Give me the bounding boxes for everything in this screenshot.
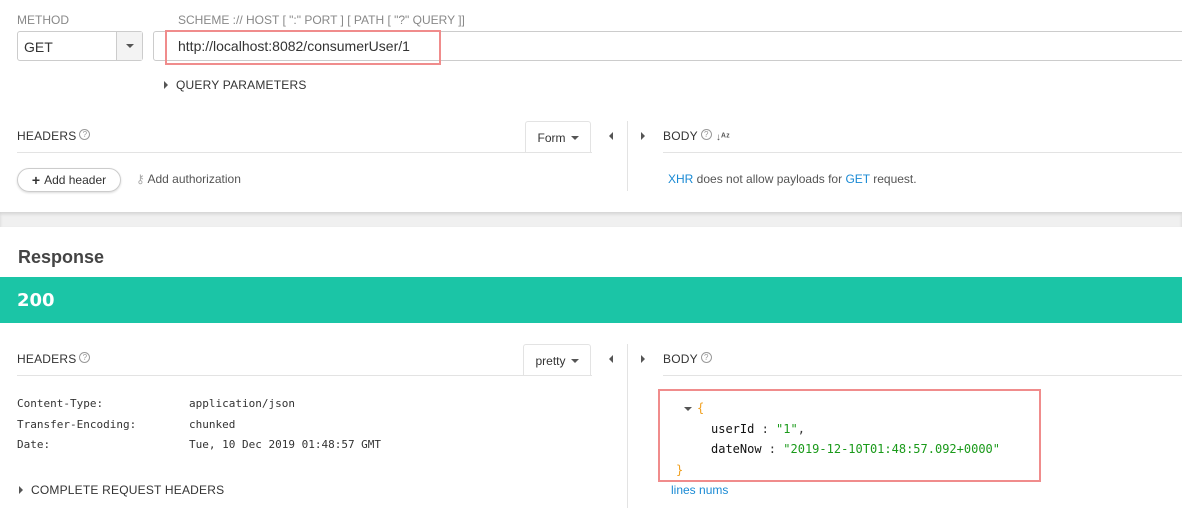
response-headers-mode-dropdown[interactable]: pretty — [523, 344, 591, 376]
header-name: Date: — [17, 438, 51, 451]
get-link[interactable]: GET — [845, 172, 869, 186]
json-key: dateNow — [711, 442, 762, 456]
header-row: Transfer-Encoding: chunked — [17, 415, 381, 436]
header-name: Content-Type: — [17, 397, 104, 410]
json-value: "2019-12-10T01:48:57.092+0000" — [783, 442, 1001, 456]
chevron-down-icon — [570, 358, 579, 363]
json-value: "1" — [776, 421, 798, 436]
response-title: Response — [18, 247, 105, 267]
add-authorization-label: Add authorization — [147, 172, 241, 186]
headers-mode-value: pretty — [535, 353, 566, 368]
section-divider — [0, 212, 1182, 227]
caret-right-icon — [19, 486, 23, 494]
header-value: application/json — [189, 397, 295, 410]
query-parameters-toggle[interactable]: QUERY PARAMETERS — [164, 78, 307, 92]
query-parameters-label: QUERY PARAMETERS — [176, 78, 307, 92]
help-icon[interactable]: ? — [79, 352, 91, 363]
body-msg-text: does not allow payloads for — [693, 172, 846, 186]
add-authorization-link[interactable]: ⚷ Add authorization — [136, 172, 241, 186]
chevron-down-icon[interactable] — [116, 32, 142, 60]
expand-right-icon[interactable] — [641, 132, 645, 140]
help-icon[interactable]: ? — [79, 129, 91, 140]
header-value: Tue, 10 Dec 2019 01:48:57 GMT — [189, 438, 382, 451]
caret-right-icon — [164, 81, 168, 89]
status-code: 200 — [17, 290, 55, 311]
body-text: BODY — [663, 352, 698, 366]
lines-nums-link[interactable]: lines nums — [671, 483, 728, 497]
body-msg-end: request. — [869, 172, 917, 186]
highlight-box — [165, 30, 441, 65]
json-viewer: { userId : "1", dateNow : "2019-12-10T01… — [676, 401, 1001, 477]
response-body-label: BODY? — [663, 352, 712, 366]
header-value: chunked — [189, 417, 236, 431]
plus-icon: + — [31, 172, 41, 188]
json-brace: { — [697, 401, 705, 415]
collapse-left-icon[interactable] — [609, 132, 613, 140]
method-label: METHOD — [17, 13, 69, 27]
complete-headers-label: COMPLETE REQUEST HEADERS — [31, 483, 225, 497]
headers-text: HEADERS — [17, 129, 77, 143]
collapse-icon[interactable] — [684, 406, 692, 411]
response-headers-list: Content-Type: application/json Transfer-E… — [17, 394, 381, 456]
request-body-label: BODY? ↓ᴬᶻ — [663, 129, 730, 143]
header-row: Date: Tue, 10 Dec 2019 01:48:57 GMT — [17, 435, 381, 456]
json-brace: } — [676, 462, 684, 477]
method-select[interactable]: GET — [17, 31, 143, 61]
expand-right-icon[interactable] — [641, 355, 645, 363]
add-header-label: Add header — [44, 173, 107, 187]
response-headers-label: HEADERS? — [17, 352, 91, 366]
method-value: GET — [24, 39, 53, 55]
json-key: userId — [711, 421, 755, 436]
help-icon[interactable]: ? — [700, 352, 712, 363]
xhr-link[interactable]: XHR — [668, 172, 693, 186]
chevron-down-icon — [570, 135, 579, 140]
request-headers-label: HEADERS? — [17, 129, 91, 143]
body-text: BODY — [663, 129, 698, 143]
complete-request-headers-toggle[interactable]: COMPLETE REQUEST HEADERS — [19, 483, 224, 497]
headers-mode-value: Form — [537, 130, 566, 145]
header-name: Transfer-Encoding: — [17, 417, 137, 431]
status-bar: 200 — [0, 277, 1182, 323]
collapse-left-icon[interactable] — [609, 355, 613, 363]
sort-icon[interactable]: ↓ᴬᶻ — [716, 132, 730, 143]
body-message: XHR does not allow payloads for GET requ… — [668, 172, 917, 186]
key-icon: ⚷ — [136, 172, 145, 186]
headers-text: HEADERS — [17, 352, 77, 366]
url-label: SCHEME :// HOST [ ":" PORT ] [ PATH [ "?… — [178, 13, 465, 27]
headers-mode-dropdown[interactable]: Form — [525, 121, 591, 153]
help-icon[interactable]: ? — [700, 129, 712, 140]
add-header-button[interactable]: + Add header — [17, 168, 121, 192]
header-row: Content-Type: application/json — [17, 394, 381, 415]
